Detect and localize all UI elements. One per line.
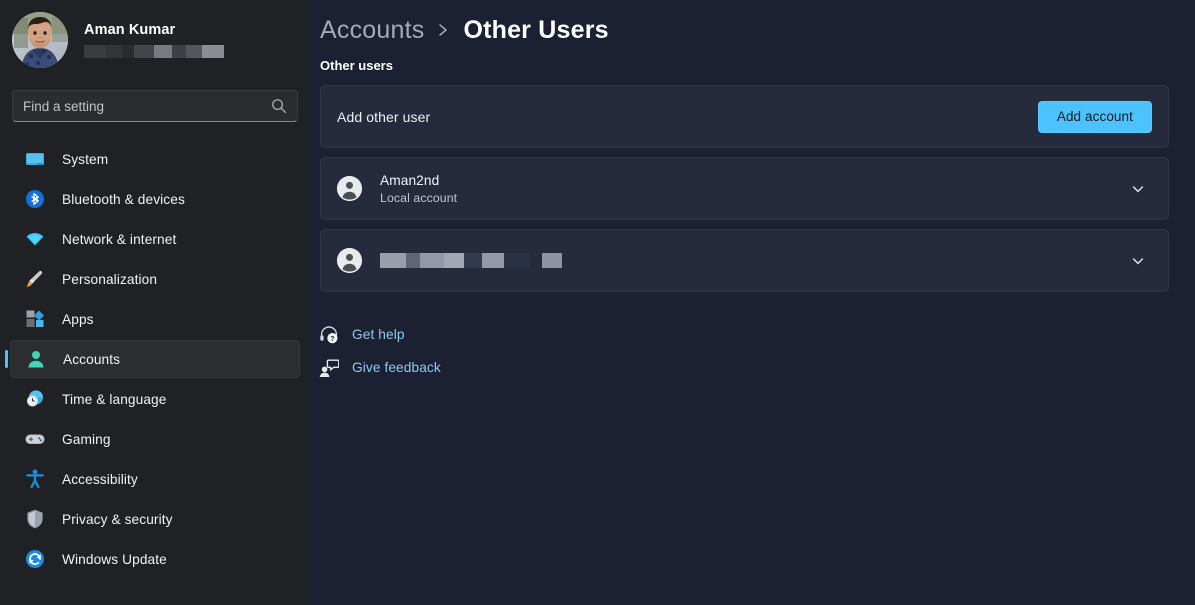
sidebar-nav: System Bluetooth & devices Network & inter…: [0, 140, 310, 578]
sidebar-item-label: Time & language: [62, 391, 167, 407]
account-name-redacted: [380, 253, 1124, 268]
sidebar-item-accounts[interactable]: Accounts: [5, 340, 300, 378]
sidebar-item-time-language[interactable]: Time & language: [10, 380, 300, 418]
add-account-button[interactable]: Add account: [1037, 100, 1152, 133]
sidebar-item-label: Windows Update: [62, 551, 167, 567]
sidebar-item-label: Apps: [62, 311, 94, 327]
monitor-icon: [24, 148, 46, 170]
redaction-block: [542, 253, 562, 268]
clock-globe-icon: [24, 388, 46, 410]
add-other-user-card: Add other user Add account: [320, 85, 1169, 148]
redaction-block: [530, 253, 542, 268]
redaction-block: [122, 45, 134, 58]
search-wrapper: [12, 90, 298, 122]
sidebar-item-personalization[interactable]: Personalization: [10, 260, 300, 298]
gamepad-icon: [24, 428, 46, 450]
sidebar-item-label: Network & internet: [62, 231, 177, 247]
profile-text: Aman Kumar: [84, 22, 224, 58]
user-profile[interactable]: Aman Kumar: [0, 0, 310, 68]
person-icon: [25, 348, 47, 370]
redaction-block: [202, 45, 224, 58]
sidebar-item-network-internet[interactable]: Network & internet: [10, 220, 300, 258]
bluetooth-icon: [24, 188, 46, 210]
redaction-block: [504, 253, 530, 268]
redaction-block: [106, 45, 122, 58]
sidebar-item-label: Accessibility: [62, 471, 138, 487]
chevron-down-icon[interactable]: [1124, 175, 1152, 203]
sidebar-item-bluetooth-devices[interactable]: Bluetooth & devices: [10, 180, 300, 218]
accessibility-icon: [24, 468, 46, 490]
chevron-down-icon[interactable]: [1124, 247, 1152, 275]
settings-window: Aman Kumar System Bluetooth & devices Netw…: [0, 0, 1195, 605]
redaction-block: [420, 253, 444, 268]
user-photo: [12, 12, 68, 68]
search-box[interactable]: [12, 90, 298, 122]
link-label[interactable]: Give feedback: [352, 360, 441, 375]
link-label[interactable]: Get help: [352, 327, 405, 342]
page-title: Other Users: [463, 15, 609, 44]
sidebar-item-label: Gaming: [62, 431, 111, 447]
accounts-list: Aman2nd Local account: [320, 157, 1169, 292]
redaction-block: [154, 45, 172, 58]
redaction-block: [464, 253, 482, 268]
profile-name: Aman Kumar: [84, 22, 176, 38]
link-get-help[interactable]: ? Get help: [318, 318, 1169, 351]
redaction-block: [444, 253, 464, 268]
redaction-block: [134, 45, 154, 58]
sidebar-item-label: System: [62, 151, 109, 167]
sidebar: Aman Kumar System Bluetooth & devices Netw…: [0, 0, 310, 605]
sidebar-item-label: Accounts: [63, 351, 121, 367]
redaction-block: [482, 253, 504, 268]
svg-text:?: ?: [330, 334, 334, 343]
breadcrumb: Accounts Other Users: [310, 0, 1169, 48]
wifi-icon: [24, 228, 46, 250]
add-other-user-label: Add other user: [337, 108, 431, 125]
redaction-block: [186, 45, 202, 58]
account-text: Aman2nd Local account: [380, 173, 1124, 205]
section-label: Other users: [320, 58, 393, 73]
sidebar-item-label: Privacy & security: [62, 511, 173, 527]
main-content: Accounts Other Users Other users Add oth…: [310, 0, 1195, 605]
redaction-block: [380, 253, 406, 268]
update-icon: [24, 548, 46, 570]
breadcrumb-parent[interactable]: Accounts: [320, 16, 424, 45]
shield-icon: [24, 508, 46, 530]
account-subtitle: Local account: [380, 190, 458, 205]
sidebar-item-label: Bluetooth & devices: [62, 191, 185, 207]
account-name: Aman2nd: [380, 172, 440, 188]
sidebar-item-system[interactable]: System: [10, 140, 300, 178]
account-avatar-icon: [337, 176, 362, 201]
sidebar-item-windows-update[interactable]: Windows Update: [10, 540, 300, 578]
cards-container: Add other user Add account Aman2nd Local …: [310, 85, 1169, 292]
paintbrush-icon: [24, 268, 46, 290]
help-links: ? Get help Give feedback: [310, 318, 1169, 384]
account-avatar-icon: [337, 248, 362, 273]
sidebar-item-privacy-security[interactable]: Privacy & security: [10, 500, 300, 538]
avatar: [12, 12, 68, 68]
sidebar-item-apps[interactable]: Apps: [10, 300, 300, 338]
sidebar-item-gaming[interactable]: Gaming: [10, 420, 300, 458]
account-text: [380, 253, 1124, 268]
apps-icon: [24, 308, 46, 330]
account-row[interactable]: [320, 229, 1169, 292]
account-row[interactable]: Aman2nd Local account: [320, 157, 1169, 220]
redaction-block: [84, 45, 106, 58]
help-headset-icon: ?: [318, 324, 340, 346]
search-input[interactable]: [23, 98, 271, 114]
redaction-block: [406, 253, 420, 268]
chevron-right-icon: [438, 22, 449, 38]
sidebar-item-label: Personalization: [62, 271, 158, 287]
feedback-person-icon: [318, 357, 340, 379]
link-give-feedback[interactable]: Give feedback: [318, 351, 1169, 384]
search-icon[interactable]: [271, 98, 287, 114]
redaction-block: [172, 45, 186, 58]
profile-email-redacted: [84, 45, 224, 58]
sidebar-item-accessibility[interactable]: Accessibility: [10, 460, 300, 498]
